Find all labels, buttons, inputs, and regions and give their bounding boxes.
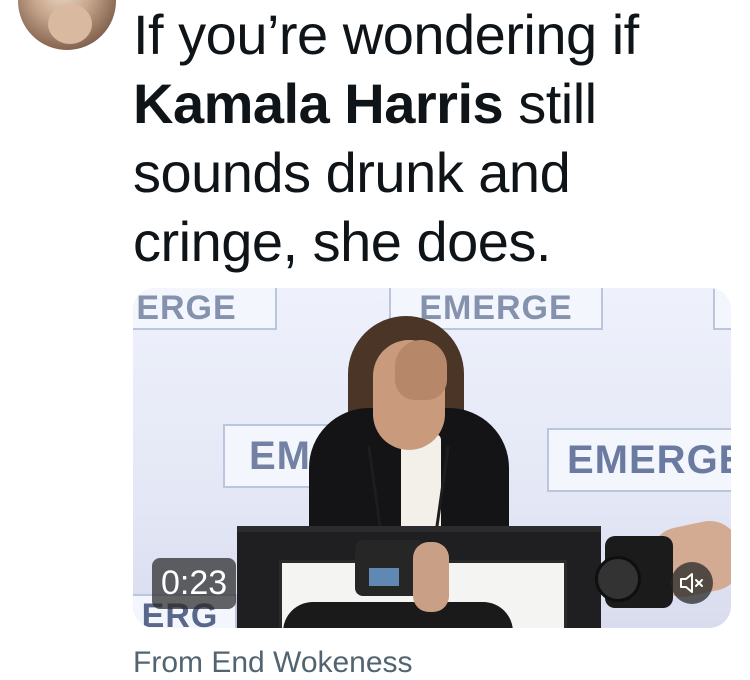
tweet-line-4: cringe, she does. — [133, 210, 551, 273]
tweet-line-3: sounds drunk and — [133, 141, 571, 204]
banner-text: EMERGE — [567, 437, 731, 482]
speaker-muted-glyph — [680, 573, 703, 593]
crowd-silhouette — [283, 602, 513, 628]
banner-text: EMERGE — [419, 288, 573, 327]
video-attribution[interactable]: From End Wokeness — [133, 646, 413, 680]
tweet-line-2: Kamala Harris still — [133, 69, 733, 138]
banner-text: EM — [249, 433, 311, 478]
tweet-bold-name: Kamala Harris — [133, 72, 504, 135]
camera-lens — [595, 556, 641, 602]
tweet-text: If you’re wondering if Kamala Harris sti… — [133, 0, 733, 276]
backdrop-banner: EMERGE — [133, 288, 277, 330]
video-duration-badge: 0:23 — [152, 558, 237, 609]
avatar-face — [48, 4, 92, 44]
tweet-line-2-rest: still — [503, 72, 597, 135]
speaker-muted-icon[interactable] — [671, 562, 713, 604]
speaker-hand — [395, 340, 447, 400]
backdrop-banner: EMERGE — [547, 428, 731, 492]
camera — [595, 536, 673, 608]
photographer-hand — [413, 542, 449, 612]
backdrop-banner — [713, 288, 731, 330]
camera-screen — [369, 568, 399, 586]
video-player[interactable]: EMERGE EMERGE EM EMERGE ERG 0:23 — [133, 288, 731, 628]
author-avatar[interactable] — [18, 0, 116, 50]
tweet-line-1: If you’re wondering if — [133, 3, 639, 66]
banner-text: EMERGE — [133, 288, 237, 327]
